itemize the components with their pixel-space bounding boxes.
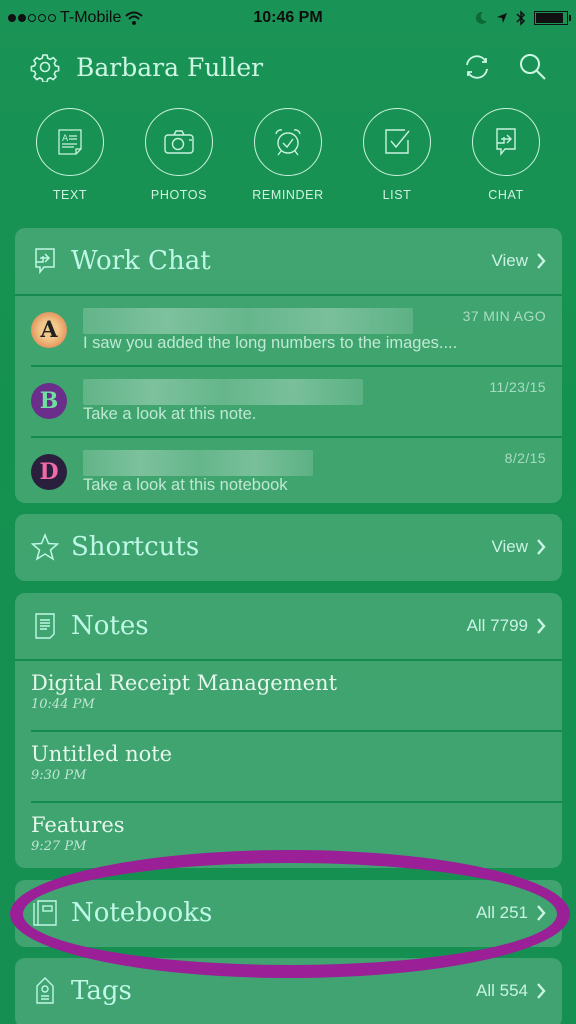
alarm-clock-icon bbox=[275, 129, 301, 156]
avatar: D bbox=[31, 454, 67, 490]
notebooks-title: Notebooks bbox=[71, 898, 213, 928]
quick-actions: A TEXT PHOTOS REMINDER LIST CHAT bbox=[0, 98, 576, 224]
search-button[interactable] bbox=[516, 50, 550, 84]
redacted-sender-name bbox=[83, 308, 413, 334]
chat-timestamp: 37 MIN AGO bbox=[462, 308, 546, 324]
notebooks-card[interactable]: Notebooks All 251 bbox=[15, 880, 562, 947]
shortcuts-view-link[interactable]: View bbox=[491, 537, 546, 557]
notes-title: Notes bbox=[71, 611, 149, 641]
checkbox-icon bbox=[385, 129, 410, 154]
avatar: A bbox=[31, 312, 67, 348]
sync-button[interactable] bbox=[460, 50, 494, 84]
quick-action-list[interactable]: LIST bbox=[347, 108, 447, 224]
shortcuts-title: Shortcuts bbox=[71, 532, 200, 562]
note-time: 9:27 PM bbox=[31, 839, 87, 854]
notes-count: All 7799 bbox=[466, 616, 528, 635]
notes-card: Notes All 7799 Digital Receipt Managemen… bbox=[15, 593, 562, 868]
notes-all-link[interactable]: All 7799 bbox=[467, 616, 546, 636]
chat-list-item[interactable]: B Take a look at this note. 11/23/15 bbox=[15, 367, 562, 436]
location-arrow-icon bbox=[497, 13, 507, 23]
chat-list-item[interactable]: D Take a look at this notebook 8/2/15 bbox=[15, 438, 562, 503]
chevron-right-icon bbox=[537, 539, 546, 555]
chevron-right-icon bbox=[537, 983, 546, 999]
view-label: View bbox=[491, 251, 528, 270]
work-chat-title: Work Chat bbox=[71, 246, 211, 276]
chevron-right-icon bbox=[537, 905, 546, 921]
note-title: Untitled note bbox=[31, 742, 173, 766]
status-bar: T-Mobile 10:46 PM bbox=[0, 0, 576, 36]
svg-text:A: A bbox=[62, 134, 69, 144]
redacted-sender-name bbox=[83, 379, 363, 405]
chevron-right-icon bbox=[537, 618, 546, 634]
tags-title: Tags bbox=[71, 976, 132, 1006]
avatar: B bbox=[31, 383, 67, 419]
chat-preview: Take a look at this notebook bbox=[83, 476, 288, 494]
quick-action-chat[interactable]: CHAT bbox=[456, 108, 556, 224]
tags-count: All 554 bbox=[476, 981, 528, 1000]
chat-list-item[interactable]: A I saw you added the long numbers to th… bbox=[15, 296, 562, 365]
quick-action-label: PHOTOS bbox=[150, 188, 208, 202]
text-note-icon: A bbox=[58, 129, 82, 155]
note-list-item[interactable]: Digital Receipt Management 10:44 PM bbox=[15, 661, 562, 730]
notes-header[interactable]: Notes All 7799 bbox=[15, 593, 562, 659]
note-time: 10:44 PM bbox=[31, 697, 95, 712]
tag-icon bbox=[36, 977, 54, 1004]
work-chat-header[interactable]: Work Chat View bbox=[15, 228, 562, 294]
note-icon bbox=[35, 613, 55, 639]
gear-icon bbox=[30, 54, 60, 82]
status-time: 10:46 PM bbox=[253, 9, 323, 26]
tags-all-link[interactable]: All 554 bbox=[476, 981, 546, 1001]
signal-strength-icon bbox=[8, 14, 56, 22]
note-title: Features bbox=[31, 813, 125, 837]
tags-card[interactable]: Tags All 554 bbox=[15, 958, 562, 1024]
wifi-icon bbox=[125, 11, 144, 25]
chat-icon bbox=[496, 128, 516, 156]
chat-timestamp: 8/2/15 bbox=[504, 450, 546, 466]
notebooks-all-link[interactable]: All 251 bbox=[476, 903, 546, 923]
bluetooth-icon bbox=[516, 10, 526, 26]
quick-action-label: LIST bbox=[382, 188, 412, 202]
chevron-right-icon bbox=[537, 253, 546, 269]
note-time: 9:30 PM bbox=[31, 768, 87, 783]
quick-action-reminder[interactable]: REMINDER bbox=[238, 108, 338, 224]
quick-action-photos[interactable]: PHOTOS bbox=[129, 108, 229, 224]
redacted-sender-name bbox=[83, 450, 313, 476]
settings-button[interactable] bbox=[28, 50, 62, 84]
camera-icon bbox=[164, 130, 194, 154]
chat-timestamp: 11/23/15 bbox=[489, 379, 546, 395]
note-list-item[interactable]: Features 9:27 PM bbox=[15, 803, 562, 868]
notebook-icon bbox=[33, 900, 57, 926]
chat-icon bbox=[35, 248, 55, 275]
quick-action-label: TEXT bbox=[52, 188, 88, 202]
note-list-item[interactable]: Untitled note 9:30 PM bbox=[15, 732, 562, 801]
chat-preview: I saw you added the long numbers to the … bbox=[83, 334, 458, 352]
note-title: Digital Receipt Management bbox=[31, 671, 338, 695]
view-label: View bbox=[491, 537, 528, 556]
account-name[interactable]: Barbara Fuller bbox=[76, 53, 460, 82]
search-icon bbox=[520, 54, 546, 80]
quick-action-text[interactable]: A TEXT bbox=[20, 108, 120, 224]
app-header: Barbara Fuller bbox=[0, 36, 576, 98]
carrier-name: T-Mobile bbox=[60, 9, 122, 26]
sync-icon bbox=[466, 55, 488, 79]
star-icon bbox=[31, 533, 59, 561]
do-not-disturb-moon-icon bbox=[475, 11, 487, 24]
quick-action-label: CHAT bbox=[488, 188, 524, 202]
work-chat-card: Work Chat View A I saw you added the lon… bbox=[15, 228, 562, 503]
shortcuts-card[interactable]: Shortcuts View bbox=[15, 514, 562, 581]
notebooks-count: All 251 bbox=[476, 903, 528, 922]
battery-icon bbox=[534, 11, 571, 25]
quick-action-label: REMINDER bbox=[252, 188, 324, 202]
chat-preview: Take a look at this note. bbox=[83, 405, 257, 423]
work-chat-view-link[interactable]: View bbox=[491, 251, 546, 271]
